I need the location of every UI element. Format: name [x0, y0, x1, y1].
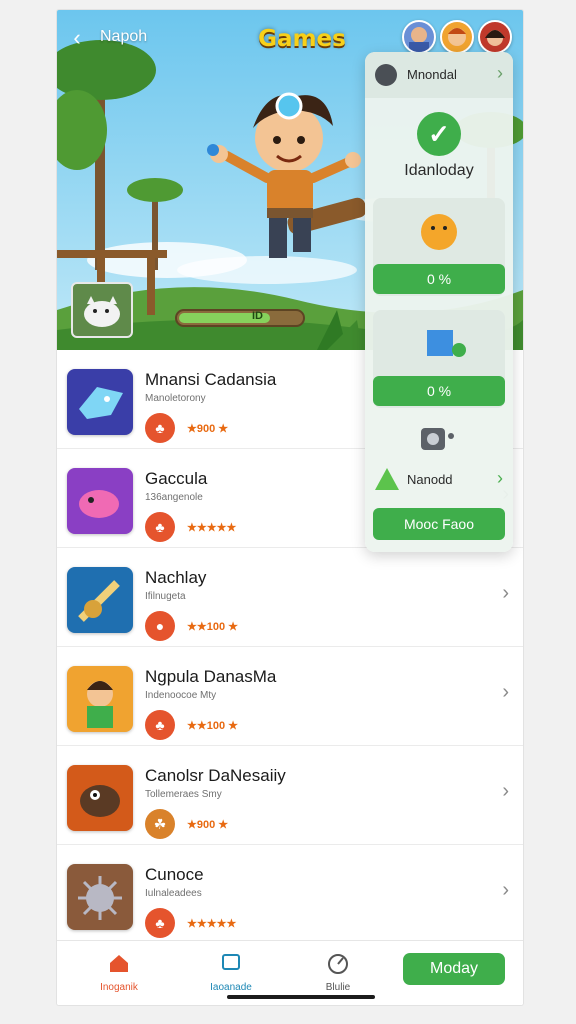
game-rating: ★★100 ★: [187, 720, 238, 732]
check-icon: ✓: [417, 112, 461, 156]
pink-creature-icon: [67, 468, 133, 534]
panel-header-label: Mnondal: [407, 67, 457, 82]
nav-label: Inoganik: [100, 982, 138, 993]
panel-status-label: Idanloday: [404, 162, 474, 179]
chevron-left-icon: ‹: [73, 25, 81, 50]
spiky-ball-icon: [67, 864, 133, 930]
mole-creature-icon: [67, 765, 133, 831]
chevron-right-icon: ›: [497, 468, 503, 488]
nav-item-home[interactable]: Inoganik: [79, 951, 159, 993]
chevron-right-icon: ›: [502, 681, 509, 703]
hero-progress-bar: ID: [175, 309, 305, 327]
avatar-face-icon: [409, 27, 429, 52]
game-title: Cunoce: [145, 865, 204, 884]
bottom-nav: Inoganik Iaoanade Blulie Moday: [57, 940, 523, 1005]
profile-icon: [375, 64, 397, 86]
panel-action-button[interactable]: Mooc Faoo: [373, 508, 505, 540]
game-rating: ★★★★★: [187, 918, 237, 930]
game-rating: ★★★★★: [187, 522, 237, 534]
camera-gear-icon: [421, 428, 454, 450]
home-indicator: [227, 995, 375, 999]
avatar-3[interactable]: [478, 20, 512, 54]
mouse-badge-icon: ♣: [145, 908, 175, 938]
crystal-fish-icon: [67, 369, 133, 435]
progress-panel: Mnondal › ✓ Idanloday 0 % 0 % Nanodd › M…: [365, 52, 513, 552]
game-row[interactable]: Nachlay Ifilnugeta ● ★★100 ★ ›: [57, 548, 523, 647]
avatar-2[interactable]: [440, 20, 474, 54]
avatar-face-icon: [485, 30, 505, 46]
mouse-badge-icon: ●: [145, 611, 175, 641]
hero-portrait-icon: [67, 666, 133, 732]
nav-label: Iaoanade: [210, 982, 252, 993]
game-rating: ★★100 ★: [187, 621, 238, 633]
emoji-face-icon: [421, 214, 457, 250]
game-rating: ★900 ★: [187, 423, 229, 435]
game-title: Nachlay: [145, 568, 207, 587]
avatar-face-icon: [448, 28, 466, 46]
game-rating: ★900 ★: [187, 819, 229, 831]
chevron-right-icon: ›: [502, 780, 509, 802]
creature-icon: [84, 296, 120, 327]
mouse-badge-icon: ♣: [145, 512, 175, 542]
creature-badge-icon: ☘: [145, 809, 175, 839]
green-gem-icon: [375, 468, 399, 490]
device-icon: [222, 954, 240, 970]
back-button[interactable]: ‹: [67, 26, 87, 50]
panel-item-label: Nanodd: [407, 472, 453, 487]
panel-header[interactable]: Mnondal ›: [365, 52, 513, 98]
gauge-icon: [328, 954, 348, 974]
home-icon: [110, 955, 128, 972]
game-subtitle: Tollemeraes Smy: [145, 789, 222, 800]
nav-item-gauge[interactable]: Blulie: [298, 951, 378, 993]
game-title: Ngpula DanasMa: [145, 667, 277, 686]
page-title: Games: [258, 26, 346, 52]
cube-icon: [427, 330, 466, 357]
mouse-badge-icon: ♣: [145, 710, 175, 740]
game-subtitle: 136angenole: [145, 492, 203, 503]
progress-label: ID: [252, 310, 263, 322]
game-row[interactable]: Cunoce Iulnaleadees ♣ ★★★★★ ›: [57, 845, 523, 944]
reward-progress-2: 0 %: [373, 376, 505, 406]
nav-label: Blulie: [325, 982, 351, 993]
game-subtitle: Iulnaleadees: [145, 888, 202, 899]
nav-item-device[interactable]: Iaoanade: [191, 951, 271, 993]
panel-list-item[interactable]: Nanodd ›: [365, 462, 513, 498]
game-row[interactable]: Ngpula DanasMa Indenoocoe Mty ♣ ★★100 ★ …: [57, 647, 523, 746]
primary-cta-button[interactable]: Moday: [403, 953, 505, 985]
game-title: Canolsr DaNesaiiy: [145, 766, 286, 785]
app-screen: ‹ Napoh Games ID Mnansi Cadansia Manolet…: [57, 10, 523, 1005]
avatar-1[interactable]: [402, 20, 436, 54]
mouse-badge-icon: ♣: [145, 413, 175, 443]
reward-progress-1: 0 %: [373, 264, 505, 294]
sword-icon: [67, 567, 133, 633]
chevron-right-icon: ›: [502, 879, 509, 901]
chevron-right-icon: ›: [497, 63, 503, 83]
game-title: Mnansi Cadansia: [145, 370, 277, 389]
character-thumbnail[interactable]: [71, 282, 133, 338]
game-subtitle: Manoletorоny: [145, 393, 206, 404]
game-subtitle: Indenoocoe Mty: [145, 690, 217, 701]
game-row[interactable]: Canolsr DaNesaiiy Tollemeraes Smy ☘ ★900…: [57, 746, 523, 845]
chevron-right-icon: ›: [502, 582, 509, 604]
user-name: Napoh: [100, 28, 148, 45]
game-subtitle: Ifilnugeta: [145, 591, 186, 602]
game-title: Gaccula: [145, 469, 208, 488]
